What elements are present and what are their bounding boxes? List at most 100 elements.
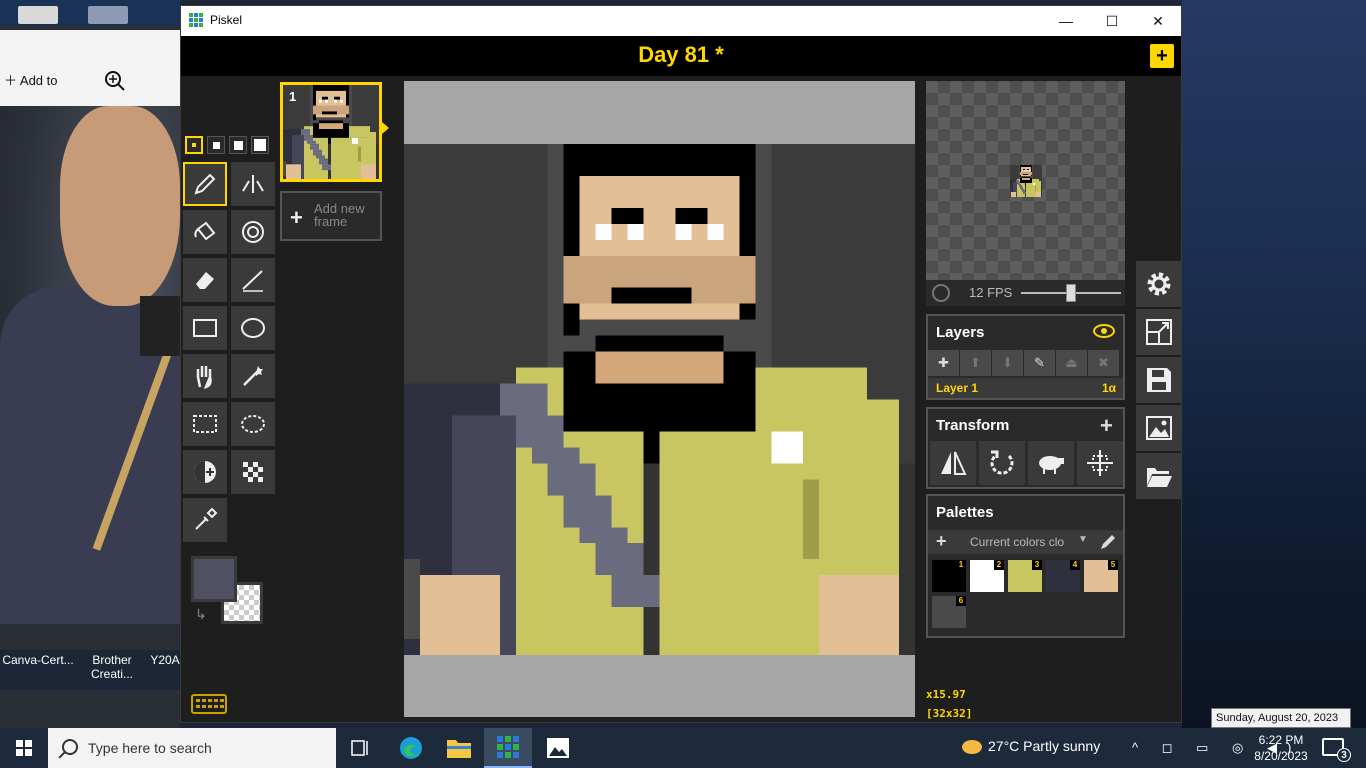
circle-tool[interactable]: [231, 306, 275, 350]
vertical-mirror-pen-tool[interactable]: [231, 162, 275, 206]
photos-app-icon[interactable]: [534, 728, 582, 768]
taskbar-search[interactable]: Type here to search: [48, 728, 336, 768]
maximize-button[interactable]: ☐: [1089, 6, 1135, 36]
color-selector: ↳: [191, 556, 267, 628]
center-align-button[interactable]: [1077, 441, 1123, 485]
add-layer-button[interactable]: ✚: [928, 350, 960, 376]
zoom-in-icon[interactable]: [104, 70, 126, 92]
close-button[interactable]: ✕: [1135, 6, 1181, 36]
dithering-tool[interactable]: [231, 450, 275, 494]
start-button[interactable]: [0, 728, 48, 768]
move-layer-up-button[interactable]: ⬆: [960, 350, 992, 376]
palette-dropdown-icon[interactable]: ▼: [1078, 534, 1088, 545]
rectangle-tool[interactable]: [183, 306, 227, 350]
clone-sheep-button[interactable]: [1028, 441, 1074, 485]
notifications-icon[interactable]: 3: [1322, 738, 1351, 762]
recycle-bin-icon[interactable]: [18, 6, 58, 24]
palette-swatch-1[interactable]: 1: [932, 560, 966, 592]
paint-bucket-tool[interactable]: [183, 210, 227, 254]
new-sprite-button[interactable]: +: [1150, 44, 1174, 68]
task-view-icon[interactable]: [336, 728, 384, 768]
delete-layer-button[interactable]: ✖: [1088, 350, 1120, 376]
pen-size-4[interactable]: [251, 136, 269, 154]
flip-horizontal-button[interactable]: [930, 441, 976, 485]
add-new-frame-button[interactable]: + Add new frame: [280, 191, 382, 241]
photos-add-label: Add to: [19, 73, 58, 88]
rectangle-selection-tool[interactable]: [183, 402, 227, 446]
open-folder-button[interactable]: [1136, 453, 1182, 499]
palette-swatch-4[interactable]: 4: [1046, 560, 1080, 592]
app-header: Day 81 * +: [181, 36, 1181, 76]
piskel-window: Piskel — ☐ ✕ Day 81 * + ↳ 1 + Add new fr…: [180, 5, 1182, 723]
palette-swatch-index: 5: [1108, 560, 1118, 570]
file-explorer-icon[interactable]: [435, 728, 483, 768]
pen-size-2[interactable]: [207, 136, 225, 154]
rotate-button[interactable]: [979, 441, 1025, 485]
color-picker-tool[interactable]: [183, 498, 227, 542]
shape-selection-tool[interactable]: [231, 354, 275, 398]
piskel-app-icon: [189, 13, 203, 27]
move-tool[interactable]: [183, 354, 227, 398]
preview-canvas[interactable]: [926, 81, 1125, 280]
photos-add-button[interactable]: ＋ Add to: [4, 70, 58, 89]
minimize-button[interactable]: —: [1043, 6, 1089, 36]
edit-palette-icon[interactable]: [1098, 532, 1118, 552]
desktop-file-y20a[interactable]: Y20A: [150, 653, 180, 667]
pixel-canvas[interactable]: [404, 144, 915, 655]
palette-swatch-index: 4: [1070, 560, 1080, 570]
desktop-right: [1182, 0, 1366, 728]
swap-colors-icon[interactable]: ↳: [195, 606, 207, 623]
toggle-layer-preview-eye-icon[interactable]: [1093, 324, 1115, 338]
add-palette-button[interactable]: +: [936, 531, 947, 552]
palette-swatch-3[interactable]: 3: [1008, 560, 1042, 592]
lasso-selection-tool[interactable]: [231, 402, 275, 446]
zoom-info: x15.97 [32x32]: [926, 685, 972, 723]
transform-tools: [930, 441, 1123, 485]
layers-panel: Layers ✚ ⬆ ⬇ ✎ ⏏ ✖ Layer 1 1α: [926, 314, 1125, 400]
paint-all-same-color-tool[interactable]: [231, 210, 275, 254]
transform-expand-icon[interactable]: +: [1100, 413, 1113, 439]
weather-widget[interactable]: 27°C Partly sunny: [962, 738, 1100, 755]
frame-thumbnail-1[interactable]: 1: [280, 82, 382, 182]
animation-preview: 12 FPS: [926, 81, 1125, 306]
desktop-file-canva[interactable]: Canva-Cert...: [2, 653, 74, 667]
document-title[interactable]: Day 81 *: [181, 42, 1181, 68]
search-placeholder: Type here to search: [88, 740, 212, 756]
tool-grid: [183, 162, 277, 542]
palette-swatch-2[interactable]: 2: [970, 560, 1004, 592]
palette-swatch-index: 1: [956, 560, 966, 570]
lighten-tool[interactable]: [183, 450, 227, 494]
desktop-top-icons: [0, 0, 180, 26]
palette-swatch-6[interactable]: 6: [932, 596, 966, 628]
save-button[interactable]: [1136, 357, 1182, 403]
settings-gear-button[interactable]: [1136, 261, 1182, 307]
desktop-app-icon[interactable]: [88, 6, 128, 24]
photos-toolbar: ＋ Add to: [0, 30, 180, 106]
merge-layer-button[interactable]: ⏏: [1056, 350, 1088, 376]
edge-browser-icon[interactable]: [387, 728, 435, 768]
stroke-tool[interactable]: [231, 258, 275, 302]
selected-frame-arrow: [382, 122, 389, 134]
layer-row[interactable]: Layer 1 1α: [928, 378, 1123, 398]
primary-color-swatch[interactable]: [191, 556, 237, 602]
keyboard-shortcuts-icon[interactable]: [191, 694, 227, 714]
fps-slider-handle[interactable]: [1066, 284, 1076, 302]
pen-tool[interactable]: [183, 162, 227, 206]
resize-button[interactable]: [1136, 309, 1182, 355]
title-bar: Piskel — ☐ ✕: [181, 6, 1181, 36]
desktop-file-brother[interactable]: Brother Creati...: [84, 653, 140, 681]
palette-swatch-5[interactable]: 5: [1084, 560, 1118, 592]
pen-size-3[interactable]: [229, 136, 247, 154]
rename-layer-button[interactable]: ✎: [1024, 350, 1056, 376]
add-frame-label: Add new frame: [314, 201, 365, 229]
layer-opacity[interactable]: 1α: [1102, 381, 1116, 395]
piskel-taskbar-icon[interactable]: [484, 728, 532, 768]
move-layer-down-button[interactable]: ⬇: [992, 350, 1024, 376]
palette-select[interactable]: Current colors clo: [970, 535, 1075, 549]
export-image-button[interactable]: [1136, 405, 1182, 451]
fps-control: 12 FPS: [926, 280, 1125, 306]
eraser-tool[interactable]: [183, 258, 227, 302]
taskbar-clock[interactable]: 6:22 PM 8/20/2023: [1250, 732, 1312, 764]
onion-skin-icon[interactable]: [932, 284, 950, 302]
pen-size-1[interactable]: [185, 136, 203, 154]
